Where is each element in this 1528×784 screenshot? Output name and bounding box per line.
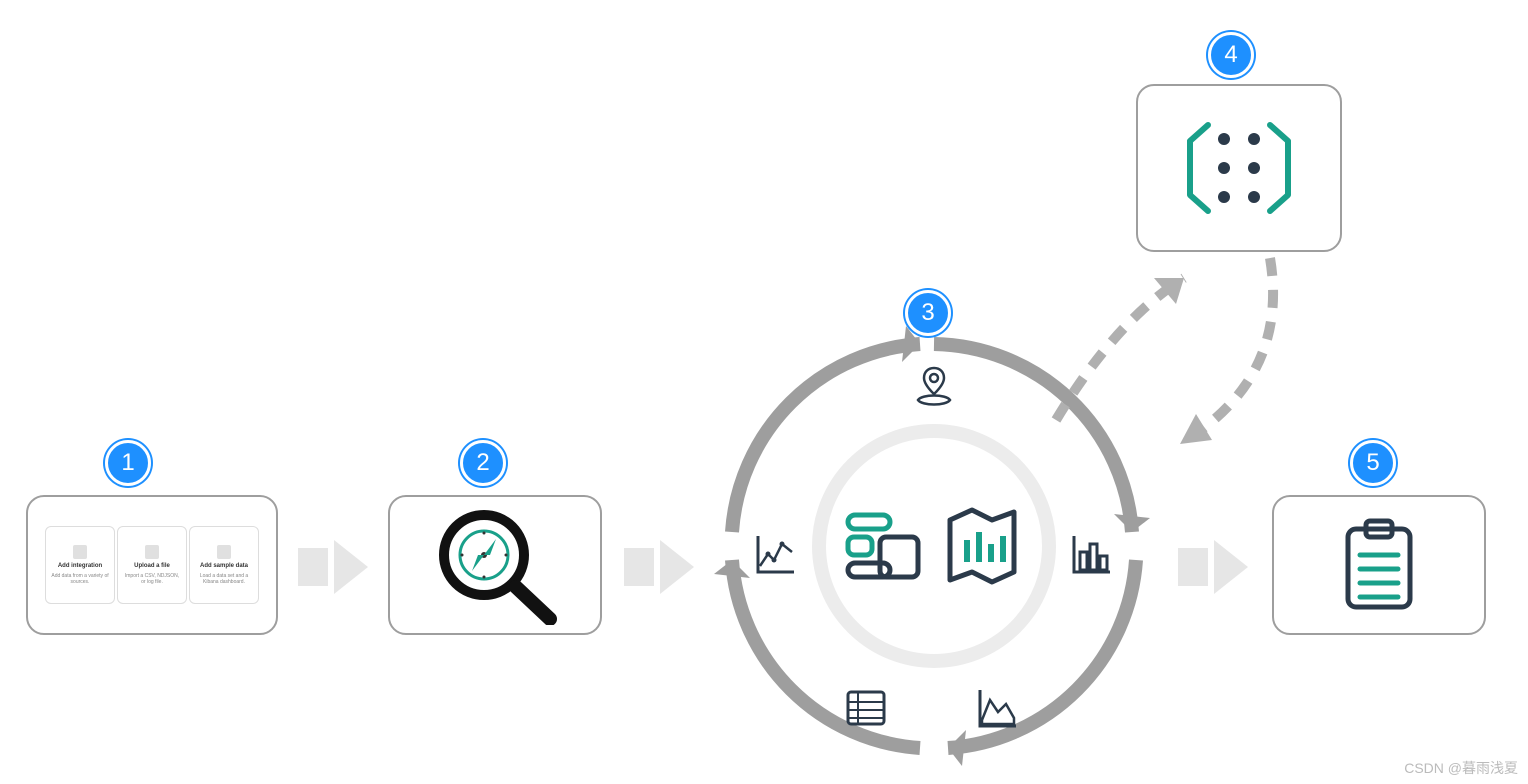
- dashboard-tile-icon: [840, 503, 926, 589]
- card-add-integration: Add integration Add data from a variety …: [45, 526, 115, 604]
- map-chart-icon: [936, 500, 1028, 592]
- ml-cluster-icon: [1174, 113, 1304, 223]
- step-4-box: [1136, 84, 1342, 252]
- card-desc: Import a CSV, NDJSON, or log file.: [122, 573, 182, 585]
- grid-table-icon: [842, 684, 890, 732]
- card-title: Upload a file: [134, 563, 170, 570]
- card-sample-data: Add sample data Load a data set and a Ki…: [189, 526, 259, 604]
- card-title: Add sample data: [200, 563, 248, 570]
- step-1-box: Add integration Add data from a variety …: [26, 495, 278, 635]
- dashed-arrow-4-to-3: [1120, 248, 1320, 468]
- step-number: 1: [121, 449, 134, 477]
- step-2-badge: 2: [460, 440, 506, 486]
- arrow-2-to-3: [624, 540, 704, 594]
- step-number: 2: [476, 449, 489, 477]
- map-pin-icon: [910, 364, 958, 412]
- step-1-cards: Add integration Add data from a variety …: [28, 497, 276, 633]
- step-2-box: [388, 495, 602, 635]
- card-title: Add integration: [58, 563, 102, 570]
- step-5-box: [1272, 495, 1486, 635]
- dashboard-center: [812, 424, 1056, 668]
- watermark: CSDN @暮雨浅夏: [1404, 758, 1518, 778]
- step-number: 4: [1224, 41, 1237, 69]
- card-desc: Add data from a variety of sources.: [50, 573, 110, 585]
- bar-chart-icon: [1068, 530, 1116, 578]
- step-1-badge: 1: [105, 440, 151, 486]
- arrow-3-to-5: [1178, 540, 1258, 594]
- step-number: 3: [921, 299, 934, 327]
- workflow-diagram: { "steps": { "s1": { "number": "1" }, "s…: [0, 0, 1528, 784]
- clipboard-report-icon: [1334, 515, 1424, 615]
- card-desc: Load a data set and a Kibana dashboard.: [194, 573, 254, 585]
- step-5-badge: 5: [1350, 440, 1396, 486]
- file-icon: [145, 545, 159, 559]
- step-4-badge: 4: [1208, 32, 1254, 78]
- compass-magnifier-icon: [420, 505, 570, 625]
- beaker-icon: [217, 545, 231, 559]
- line-chart-icon: [752, 530, 800, 578]
- plus-icon: [73, 545, 87, 559]
- step-3-badge: 3: [905, 290, 951, 336]
- arrow-1-to-2: [298, 540, 378, 594]
- card-upload-file: Upload a file Import a CSV, NDJSON, or l…: [117, 526, 187, 604]
- step-number: 5: [1366, 449, 1379, 477]
- area-chart-icon: [974, 684, 1022, 732]
